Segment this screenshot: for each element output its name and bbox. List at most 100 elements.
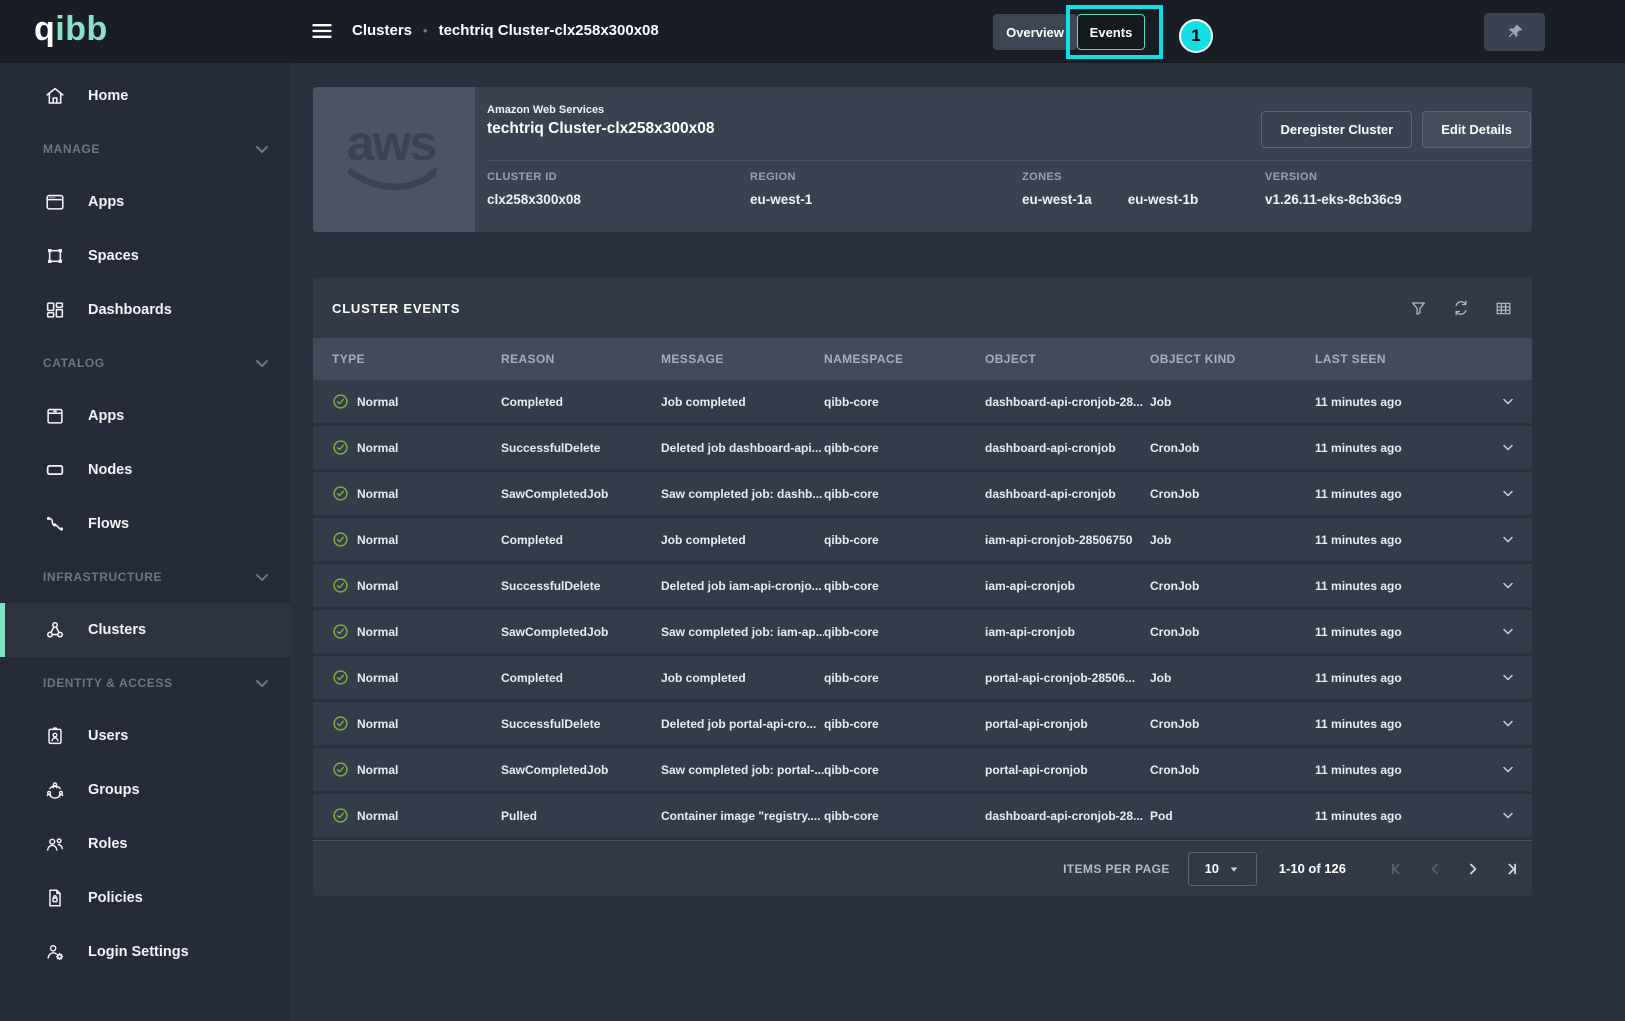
first-page-button[interactable]	[1388, 860, 1406, 878]
previous-page-button[interactable]	[1426, 860, 1444, 878]
sidebar-section-infrastructure[interactable]: INFRASTRUCTURE	[0, 551, 290, 603]
breadcrumb: Clusters • techtriq Cluster-clx258x300x0…	[352, 22, 659, 39]
sidebar-section-manage[interactable]: MANAGE	[0, 123, 290, 175]
event-row[interactable]: Normal Completed Job completed qibb-core…	[313, 380, 1532, 426]
check-circle-icon	[332, 393, 349, 410]
sidebar-item-flows[interactable]: Flows	[0, 497, 290, 551]
cell-reason: SuccessfulDelete	[501, 579, 661, 593]
topbar: qibb Clusters • techtriq Cluster-clx258x…	[0, 0, 1625, 63]
cell-namespace: qibb-core	[824, 671, 985, 685]
filter-icon[interactable]	[1409, 299, 1428, 318]
expand-row-chevron-icon[interactable]	[1500, 438, 1532, 457]
check-circle-icon	[332, 623, 349, 640]
expand-row-chevron-icon[interactable]	[1500, 760, 1532, 779]
table-view-icon[interactable]	[1494, 299, 1513, 318]
cell-message: Container image "registry....	[661, 809, 824, 823]
last-page-icon	[1502, 860, 1520, 878]
event-row[interactable]: Normal Pulled Container image "registry.…	[313, 794, 1532, 840]
expand-row-chevron-icon[interactable]	[1500, 622, 1532, 641]
cluster-id-value: clx258x300x08	[487, 192, 750, 207]
cell-type-text: Normal	[357, 809, 398, 823]
sidebar-item-spaces[interactable]: Spaces	[0, 229, 290, 283]
cluster-summary-card: aws Amazon Web Services techtriq Cluster…	[313, 87, 1532, 232]
sidebar-item-label: Login Settings	[88, 944, 189, 960]
edit-details-button[interactable]: Edit Details	[1422, 111, 1531, 148]
event-row[interactable]: Normal Completed Job completed qibb-core…	[313, 656, 1532, 702]
cell-object: dashboard-api-cronjob	[985, 441, 1150, 455]
chevron-right-icon	[1464, 860, 1482, 878]
sidebar-section-identity-access[interactable]: IDENTITY & ACCESS	[0, 657, 290, 709]
breadcrumb-clusters[interactable]: Clusters	[352, 22, 412, 39]
expand-row-chevron-icon[interactable]	[1500, 392, 1532, 411]
cell-object: iam-api-cronjob-28506750	[985, 533, 1150, 547]
cell-namespace: qibb-core	[824, 763, 985, 777]
event-row[interactable]: Normal Completed Job completed qibb-core…	[313, 518, 1532, 564]
card-divider	[487, 160, 1532, 161]
field-zones: ZONES eu-west-1a eu-west-1b	[1022, 171, 1265, 207]
check-circle-icon	[332, 485, 349, 502]
cell-message: Deleted job iam-api-cronjo...	[661, 579, 824, 593]
cell-object-kind: Pod	[1150, 809, 1315, 823]
event-row[interactable]: Normal SawCompletedJob Saw completed job…	[313, 610, 1532, 656]
cell-namespace: qibb-core	[824, 717, 985, 731]
cell-message: Deleted job portal-api-cro...	[661, 717, 824, 731]
sidebar-item-home[interactable]: Home	[0, 69, 290, 123]
cell-last-seen: 11 minutes ago	[1315, 671, 1500, 685]
sidebar-item-policies[interactable]: Policies	[0, 871, 290, 925]
sidebar-item-label: Flows	[88, 516, 129, 532]
sidebar-item-apps-catalog[interactable]: Apps	[0, 389, 290, 443]
sidebar-item-groups[interactable]: Groups	[0, 763, 290, 817]
sidebar-item-dashboards[interactable]: Dashboards	[0, 283, 290, 337]
expand-row-chevron-icon[interactable]	[1500, 714, 1532, 733]
cell-type-text: Normal	[357, 763, 398, 777]
page-size-value: 10	[1205, 861, 1219, 876]
expand-row-chevron-icon[interactable]	[1500, 668, 1532, 687]
pin-button[interactable]	[1484, 13, 1545, 51]
refresh-icon[interactable]	[1451, 298, 1471, 318]
expand-row-chevron-icon[interactable]	[1500, 806, 1532, 825]
cell-reason: Completed	[501, 395, 661, 409]
cell-object-kind: Job	[1150, 671, 1315, 685]
event-row[interactable]: Normal SuccessfulDelete Deleted job port…	[313, 702, 1532, 748]
overview-tab-button[interactable]: Overview	[993, 14, 1077, 50]
clusters-icon	[44, 619, 66, 641]
expand-row-chevron-icon[interactable]	[1500, 530, 1532, 549]
svg-text:aws: aws	[347, 115, 436, 171]
event-row[interactable]: Normal SawCompletedJob Saw completed job…	[313, 748, 1532, 794]
sidebar-section-catalog[interactable]: CATALOG	[0, 337, 290, 389]
version-label: VERSION	[1265, 171, 1402, 183]
version-value: v1.26.11-eks-8cb36c9	[1265, 192, 1402, 207]
logo-text-ibb: ibb	[55, 10, 107, 48]
event-row[interactable]: Normal SawCompletedJob Saw completed job…	[313, 472, 1532, 518]
dashboards-icon	[44, 299, 66, 321]
page-size-select[interactable]: 10	[1188, 852, 1257, 886]
sidebar-item-apps-manage[interactable]: Apps	[0, 175, 290, 229]
field-cluster-id: CLUSTER ID clx258x300x08	[487, 171, 750, 207]
sidebar-item-login-settings[interactable]: Login Settings	[0, 925, 290, 979]
cell-namespace: qibb-core	[824, 441, 985, 455]
cell-object-kind: CronJob	[1150, 579, 1315, 593]
last-page-button[interactable]	[1502, 860, 1520, 878]
sidebar-item-nodes[interactable]: Nodes	[0, 443, 290, 497]
event-row[interactable]: Normal SuccessfulDelete Deleted job iam-…	[313, 564, 1532, 610]
event-row[interactable]: Normal SuccessfulDelete Deleted job dash…	[313, 426, 1532, 472]
next-page-button[interactable]	[1464, 860, 1482, 878]
sidebar: Home MANAGE Apps Spaces Dashboards CATAL…	[0, 63, 290, 1021]
qibb-logo[interactable]: qibb	[34, 10, 108, 49]
sidebar-item-users[interactable]: Users	[0, 709, 290, 763]
sidebar-item-clusters[interactable]: Clusters	[0, 603, 290, 657]
annotation-step-badge: 1	[1179, 19, 1213, 53]
expand-row-chevron-icon[interactable]	[1500, 576, 1532, 595]
expand-row-chevron-icon[interactable]	[1500, 484, 1532, 503]
sidebar-item-roles[interactable]: Roles	[0, 817, 290, 871]
sidebar-item-label: Home	[88, 88, 128, 104]
cell-message: Job completed	[661, 533, 824, 547]
cell-object: dashboard-api-cronjob-28...	[985, 809, 1150, 823]
deregister-cluster-button[interactable]: Deregister Cluster	[1261, 111, 1412, 148]
cell-object-kind: CronJob	[1150, 625, 1315, 639]
pagination-range: 1-10 of 126	[1279, 861, 1346, 876]
chevron-down-icon	[254, 355, 270, 371]
chevron-left-icon	[1426, 860, 1444, 878]
events-tab-button[interactable]: Events	[1077, 14, 1145, 50]
hamburger-menu-icon[interactable]	[310, 19, 334, 43]
